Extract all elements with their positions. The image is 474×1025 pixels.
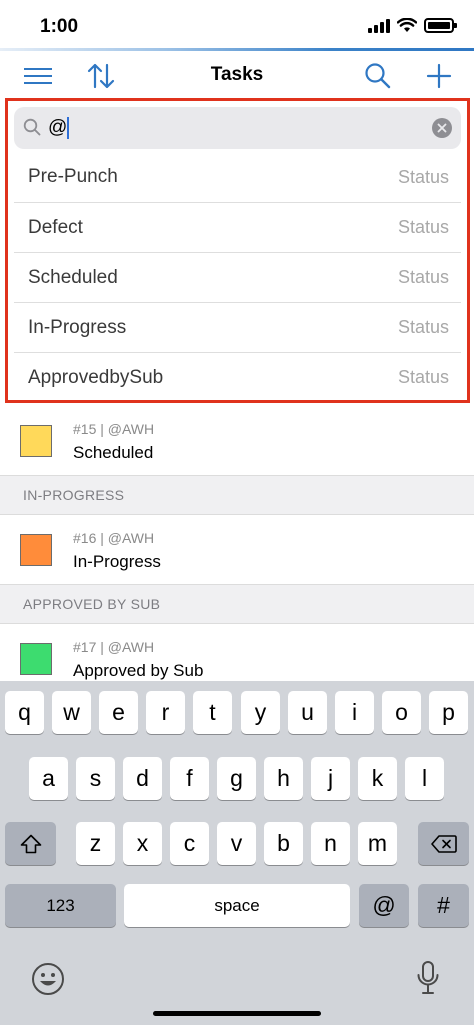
numbers-key[interactable]: 123 — [5, 884, 116, 927]
on-screen-keyboard: q w e r t y u i o p a s d f g h j k l z … — [0, 681, 474, 1025]
section-header-approved-by-sub: APPROVED BY SUB — [0, 585, 474, 624]
dictation-button[interactable] — [408, 957, 448, 999]
key-c[interactable]: c — [170, 822, 209, 865]
status-bar: 1:00 — [0, 0, 474, 50]
clear-search-button[interactable] — [432, 118, 452, 138]
backspace-icon — [430, 834, 457, 853]
key-g[interactable]: g — [217, 757, 256, 800]
microphone-icon — [417, 961, 439, 994]
task-row[interactable]: #15 | @AWH Scheduled — [0, 406, 474, 476]
hamburger-icon — [24, 68, 52, 84]
key-p[interactable]: p — [429, 691, 468, 734]
suggestion-type: Status — [397, 217, 449, 237]
key-l[interactable]: l — [405, 757, 444, 800]
suggestion-in-progress[interactable]: In-Progress Status — [14, 302, 461, 352]
key-z[interactable]: z — [76, 822, 115, 865]
space-key[interactable]: space — [124, 884, 350, 927]
shift-arrow-icon — [20, 834, 41, 853]
menu-button[interactable] — [21, 59, 55, 93]
suggestion-label: Defect — [28, 216, 83, 238]
key-j[interactable]: j — [311, 757, 350, 800]
search-icon — [365, 63, 391, 89]
shift-key[interactable] — [5, 822, 56, 865]
search-input[interactable] — [48, 113, 408, 143]
suggestion-scheduled[interactable]: Scheduled Status — [14, 252, 461, 302]
battery-icon — [424, 18, 457, 33]
suggestion-type: Status — [397, 317, 449, 337]
key-a[interactable]: a — [29, 757, 68, 800]
key-h[interactable]: h — [264, 757, 303, 800]
task-title: Scheduled — [73, 443, 154, 462]
task-title: Approved by Sub — [73, 661, 204, 680]
key-t[interactable]: t — [193, 691, 232, 734]
suggestion-label: Pre-Punch — [28, 166, 118, 187]
cellular-signal-icon — [368, 18, 390, 33]
key-m[interactable]: m — [358, 822, 397, 865]
status-time: 1:00 — [40, 16, 79, 37]
suggestion-type: Status — [397, 166, 449, 187]
task-meta: #17 | @AWH — [73, 639, 155, 655]
status-color-swatch — [20, 534, 52, 566]
key-o[interactable]: o — [382, 691, 421, 734]
search-button[interactable] — [361, 59, 395, 93]
task-meta: #15 | @AWH — [73, 421, 155, 437]
plus-icon — [426, 63, 452, 89]
key-x[interactable]: x — [123, 822, 162, 865]
key-d[interactable]: d — [123, 757, 162, 800]
key-u[interactable]: u — [288, 691, 327, 734]
suggestion-label: Scheduled — [28, 266, 118, 288]
text-caret — [67, 117, 69, 139]
at-key[interactable]: @ — [359, 884, 409, 927]
page-title: Tasks — [210, 64, 264, 85]
sort-arrows-icon — [87, 63, 115, 89]
backspace-key[interactable] — [418, 822, 469, 865]
sort-button[interactable] — [84, 59, 118, 93]
search-icon — [23, 118, 41, 136]
suggestion-approved-by-sub[interactable]: ApprovedbySub Status — [14, 352, 461, 402]
task-row[interactable]: #16 | @AWH In-Progress — [0, 515, 474, 585]
home-indicator — [153, 1011, 321, 1016]
key-r[interactable]: r — [146, 691, 185, 734]
suggestion-label: In-Progress — [28, 316, 127, 338]
suggestion-type: Status — [397, 267, 449, 287]
status-color-swatch — [20, 643, 52, 675]
suggestion-type: Status — [397, 367, 449, 387]
section-header-in-progress: IN-PROGRESS — [0, 476, 474, 515]
key-b[interactable]: b — [264, 822, 303, 865]
add-task-button[interactable] — [422, 59, 456, 93]
key-n[interactable]: n — [311, 822, 350, 865]
status-icons — [368, 18, 457, 33]
key-v[interactable]: v — [217, 822, 256, 865]
key-s[interactable]: s — [76, 757, 115, 800]
suggestion-label: ApprovedbySub — [28, 366, 164, 388]
task-title: In-Progress — [73, 552, 161, 571]
key-y[interactable]: y — [241, 691, 280, 734]
hash-key[interactable]: # — [418, 884, 469, 927]
task-list: #15 | @AWH Scheduled IN-PROGRESS #16 | @… — [0, 406, 474, 694]
key-k[interactable]: k — [358, 757, 397, 800]
nav-bar: Tasks — [0, 51, 474, 99]
key-e[interactable]: e — [99, 691, 138, 734]
emoji-button[interactable] — [28, 959, 68, 999]
suggestion-defect[interactable]: Defect Status — [14, 202, 461, 252]
search-suggestions-panel: Pre-Punch Status Defect Status Scheduled… — [5, 98, 470, 403]
key-w[interactable]: w — [52, 691, 91, 734]
status-color-swatch — [20, 425, 52, 457]
search-bar[interactable] — [14, 107, 461, 149]
key-q[interactable]: q — [5, 691, 44, 734]
wifi-icon — [397, 18, 417, 32]
suggestion-list: Pre-Punch Status Defect Status Scheduled… — [14, 152, 461, 402]
key-i[interactable]: i — [335, 691, 374, 734]
task-meta: #16 | @AWH — [73, 530, 155, 546]
suggestion-pre-punch[interactable]: Pre-Punch Status — [14, 152, 461, 202]
key-f[interactable]: f — [170, 757, 209, 800]
emoji-icon — [32, 963, 64, 995]
close-icon — [437, 123, 447, 133]
